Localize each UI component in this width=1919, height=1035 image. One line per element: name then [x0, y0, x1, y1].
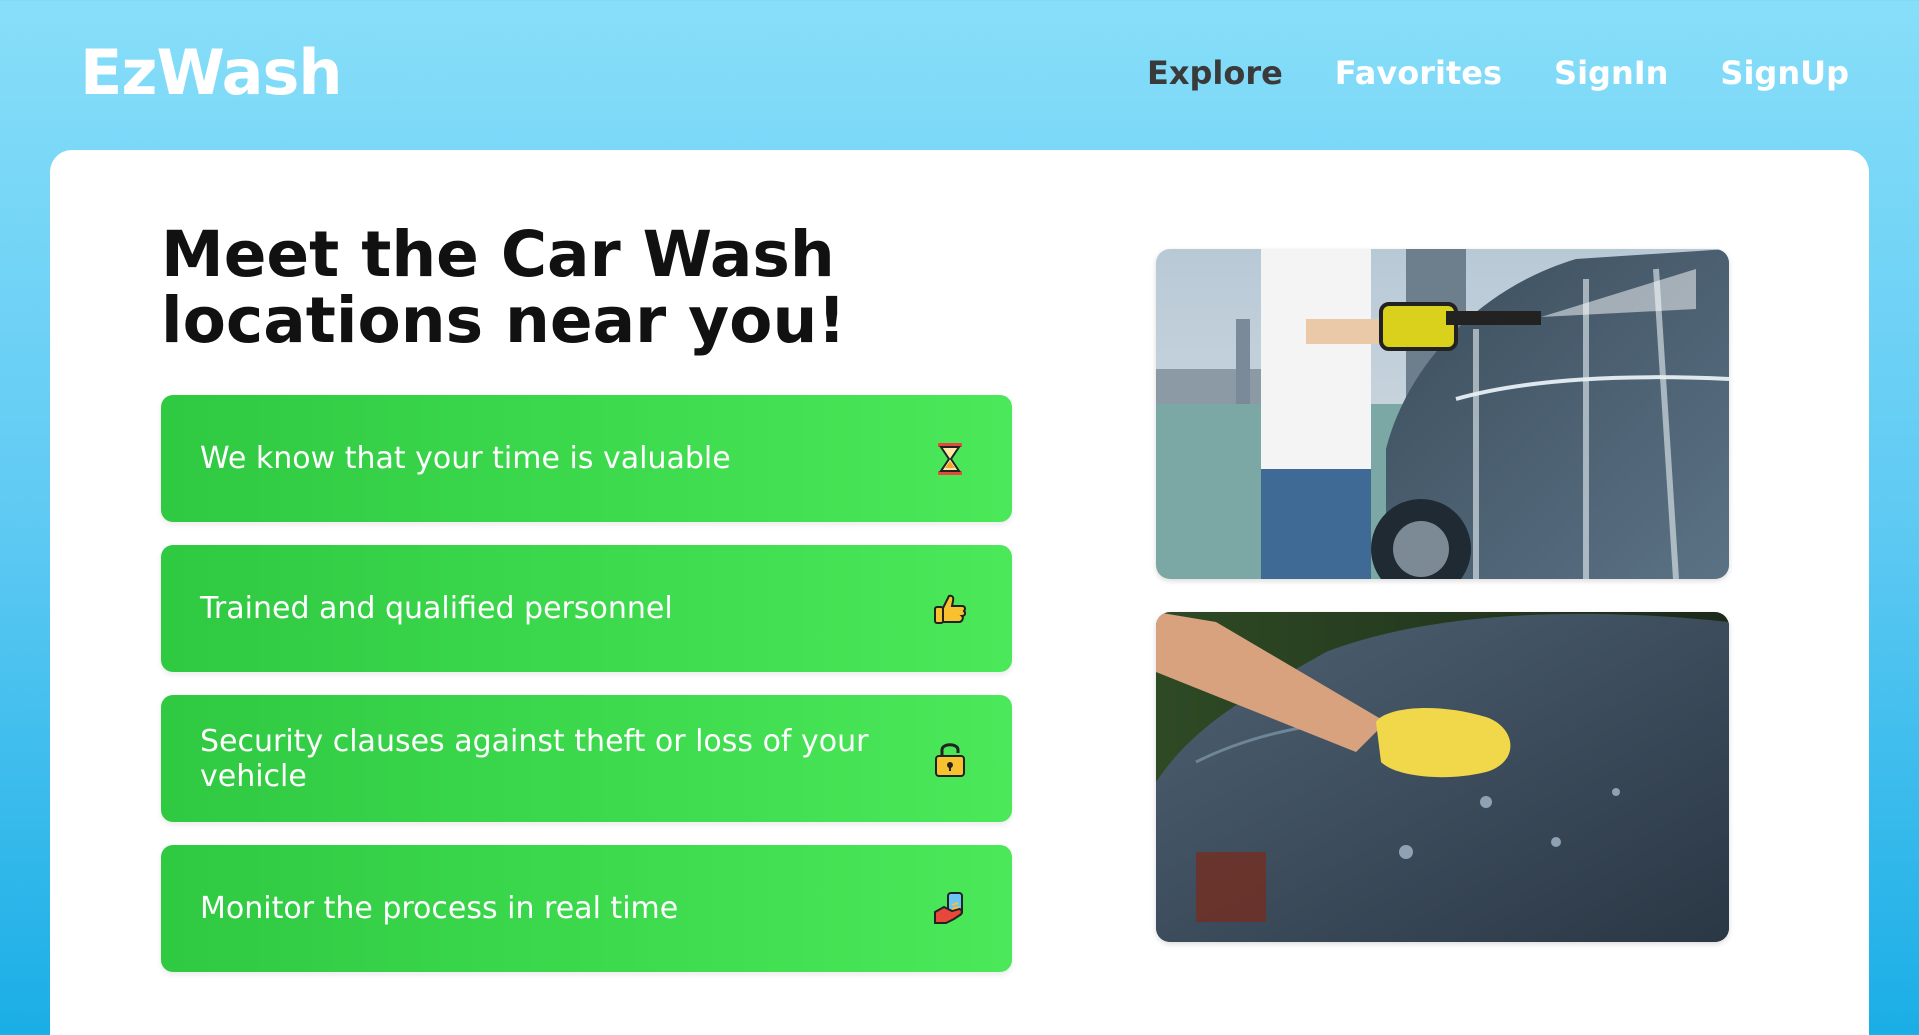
thumbs-up-icon: [930, 589, 970, 629]
feature-time[interactable]: We know that your time is valuable: [161, 395, 1012, 522]
nav-signup-link[interactable]: SignUp: [1720, 54, 1849, 92]
padlock-icon: [930, 739, 970, 779]
feature-label: Monitor the process in real time: [200, 891, 679, 926]
brand-logo[interactable]: EzWash: [80, 36, 342, 109]
car-sponge-clean-photo: [1156, 612, 1729, 942]
nav-favorites-link[interactable]: Favorites: [1335, 54, 1502, 92]
top-bar: EzWash Explore Favorites SignIn SignUp: [0, 0, 1919, 150]
feature-label: Security clauses against theft or loss o…: [200, 723, 869, 794]
feature-security[interactable]: Security clauses against theft or loss o…: [161, 695, 1012, 822]
feature-monitor[interactable]: Monitor the process in real time: [161, 845, 1012, 972]
hourglass-icon: [930, 439, 970, 479]
hero-headline: Meet the Car Wash locations near you!: [161, 218, 847, 357]
feature-personnel[interactable]: Trained and qualified personnel: [161, 545, 1012, 672]
main-nav: Explore Favorites SignIn SignUp: [1147, 54, 1849, 92]
hand-phone-icon: [930, 889, 970, 929]
feature-label: Trained and qualified personnel: [200, 591, 673, 626]
feature-list: We know that your time is valuable Train…: [161, 395, 1012, 995]
nav-signin-link[interactable]: SignIn: [1554, 54, 1668, 92]
nav-explore-link[interactable]: Explore: [1147, 54, 1283, 92]
feature-label: We know that your time is valuable: [200, 441, 731, 476]
car-pressure-wash-photo: [1156, 249, 1729, 579]
